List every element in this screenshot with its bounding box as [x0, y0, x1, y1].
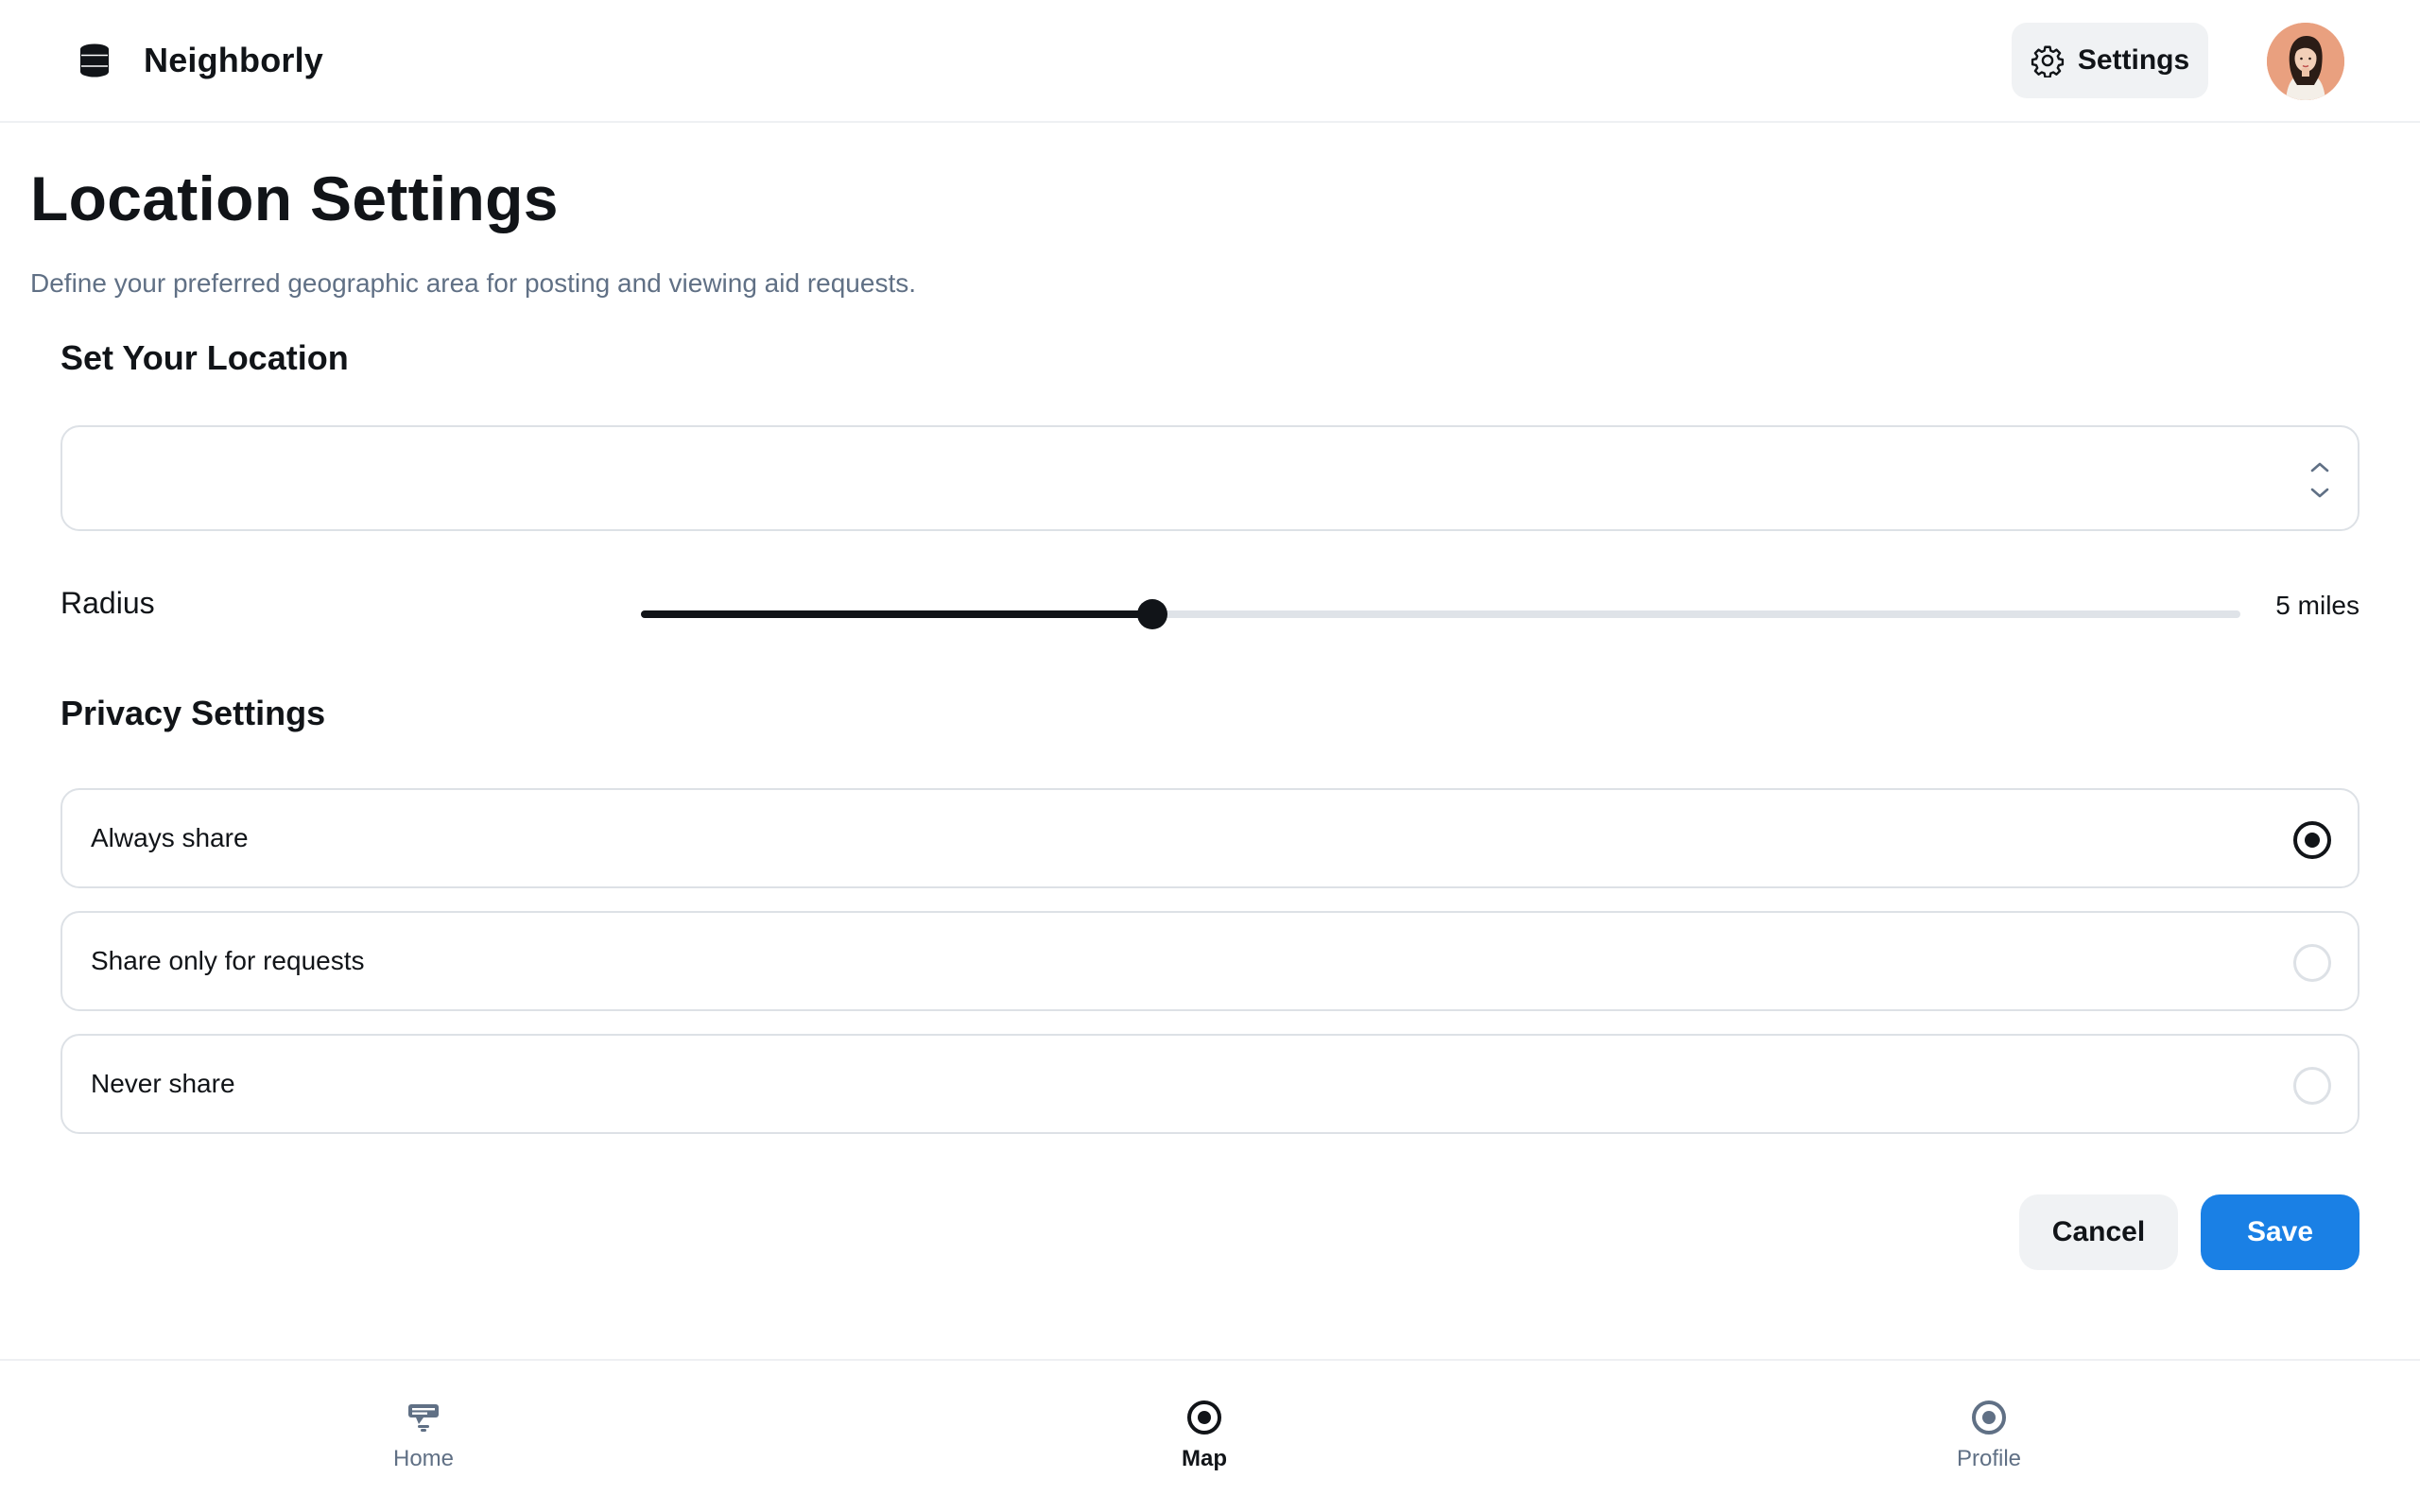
cancel-button[interactable]: Cancel: [2019, 1194, 2178, 1270]
slider-fill: [641, 610, 1153, 618]
radius-slider[interactable]: [641, 599, 2240, 629]
location-settings-page: Neighborly Settings Location Settings De…: [0, 0, 2420, 1512]
location-select[interactable]: [60, 425, 2360, 531]
privacy-option-never-share[interactable]: Never share: [60, 1034, 2360, 1134]
nav-label-profile: Profile: [1956, 1446, 2022, 1471]
stacked-layers-icon: [80, 43, 109, 77]
nav-item-home[interactable]: Home: [329, 1399, 518, 1472]
settings-button[interactable]: Settings: [2012, 23, 2208, 98]
privacy-option-label: Always share: [91, 823, 249, 852]
radio-button[interactable]: [2293, 821, 2331, 859]
radius-label: Radius: [60, 586, 155, 620]
privacy-option-label: Never share: [91, 1069, 235, 1098]
privacy-option-always-share[interactable]: Always share: [60, 788, 2360, 888]
save-button[interactable]: Save: [2201, 1194, 2360, 1270]
top-header: Neighborly Settings: [0, 0, 2420, 123]
radio-button[interactable]: [2293, 1067, 2331, 1105]
nav-label-home: Home: [392, 1446, 455, 1471]
radio-button[interactable]: [2293, 944, 2331, 982]
privacy-option-label: Share only for requests: [91, 946, 365, 975]
nav-label-map: Map: [1182, 1446, 1227, 1471]
slider-thumb[interactable]: [1137, 599, 1168, 629]
nav-item-map[interactable]: Map: [1110, 1399, 1299, 1472]
user-avatar-image: [2267, 23, 2344, 100]
gear-icon: [2031, 45, 2064, 77]
app-name: Neighborly: [144, 41, 324, 79]
map-pin-icon: [1187, 1400, 1221, 1435]
privacy-option-share-for-requests[interactable]: Share only for requests: [60, 911, 2360, 1011]
home-icon: [408, 1404, 439, 1432]
location-section-title: Set Your Location: [60, 338, 349, 377]
settings-button-label: Settings: [2077, 44, 2190, 76]
avatar[interactable]: [2267, 23, 2344, 100]
page-subtitle: Define your preferred geographic area fo…: [30, 268, 917, 298]
chevron-up-down-icon: [2310, 462, 2329, 498]
privacy-section-title: Privacy Settings: [60, 694, 326, 732]
bottom-nav: Home Map Profile: [0, 1359, 2420, 1512]
brand[interactable]: Neighborly: [76, 34, 323, 87]
radius-value: 5 miles: [2275, 591, 2360, 620]
nav-item-profile[interactable]: Profile: [1894, 1399, 2083, 1472]
profile-icon: [1972, 1400, 2006, 1435]
page-title: Location Settings: [30, 163, 559, 233]
